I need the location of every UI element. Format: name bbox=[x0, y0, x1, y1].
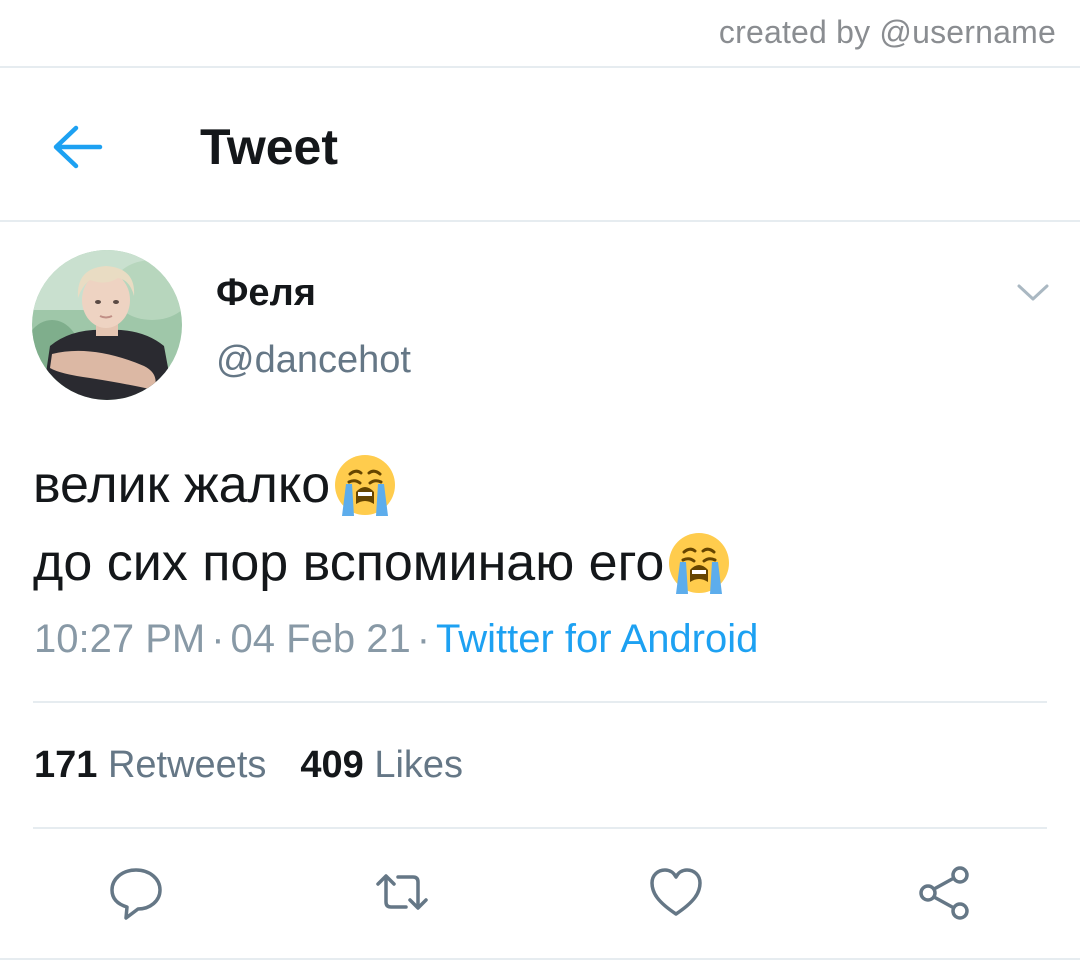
divider bbox=[33, 827, 1047, 829]
author-handle[interactable]: @dancehot bbox=[216, 339, 411, 382]
tweet-stats: 171 Retweets 409 Likes bbox=[34, 744, 463, 787]
tweet-line: до сих пор вспоминаю его bbox=[33, 524, 1033, 602]
like-button[interactable] bbox=[646, 862, 706, 922]
retweets-count: 171 bbox=[34, 744, 98, 786]
author-name[interactable]: Феля bbox=[216, 272, 316, 315]
page-title: Tweet bbox=[200, 119, 338, 175]
share-button[interactable] bbox=[914, 862, 974, 922]
retweet-icon bbox=[376, 874, 428, 910]
loudly-crying-face-icon bbox=[669, 533, 730, 594]
meta-separator: · bbox=[211, 617, 225, 661]
chevron-down-icon bbox=[1017, 284, 1049, 301]
tweet-date: 04 Feb 21 bbox=[230, 617, 411, 661]
divider bbox=[33, 701, 1047, 703]
tweet-line-text: до сих пор вспоминаю его bbox=[33, 534, 665, 592]
loudly-crying-face-icon bbox=[335, 455, 396, 516]
divider bbox=[0, 220, 1080, 222]
tweet-text: велик жалко до сих пор вспоминаю его bbox=[33, 446, 1033, 602]
meta-separator: · bbox=[416, 617, 431, 661]
tweet-meta: 10:27 PM · 04 Feb 21 · Twitter for Android bbox=[34, 617, 758, 662]
tweet-line-text: велик жалко bbox=[33, 456, 331, 514]
avatar[interactable] bbox=[32, 250, 182, 400]
reply-icon bbox=[110, 868, 162, 920]
retweets-label: Retweets bbox=[107, 744, 267, 786]
likes-count: 409 bbox=[300, 744, 364, 786]
divider bbox=[0, 958, 1080, 960]
more-options-button[interactable] bbox=[1013, 278, 1053, 306]
arrow-left-icon bbox=[53, 125, 103, 169]
back-button[interactable] bbox=[50, 122, 106, 172]
divider bbox=[0, 66, 1080, 68]
likes-stat[interactable]: 409 Likes bbox=[300, 744, 463, 786]
tweet-time: 10:27 PM bbox=[34, 617, 206, 661]
share-icon bbox=[919, 866, 969, 920]
likes-label: Likes bbox=[374, 744, 464, 786]
tweet-source-link[interactable]: Twitter for Android bbox=[436, 617, 758, 661]
watermark: created by @username bbox=[718, 14, 1056, 50]
retweets-stat[interactable]: 171 Retweets bbox=[34, 744, 266, 786]
reply-button[interactable] bbox=[106, 862, 166, 922]
heart-icon bbox=[650, 868, 702, 916]
retweet-button[interactable] bbox=[372, 862, 432, 922]
tweet-line: велик жалко bbox=[33, 446, 1033, 524]
